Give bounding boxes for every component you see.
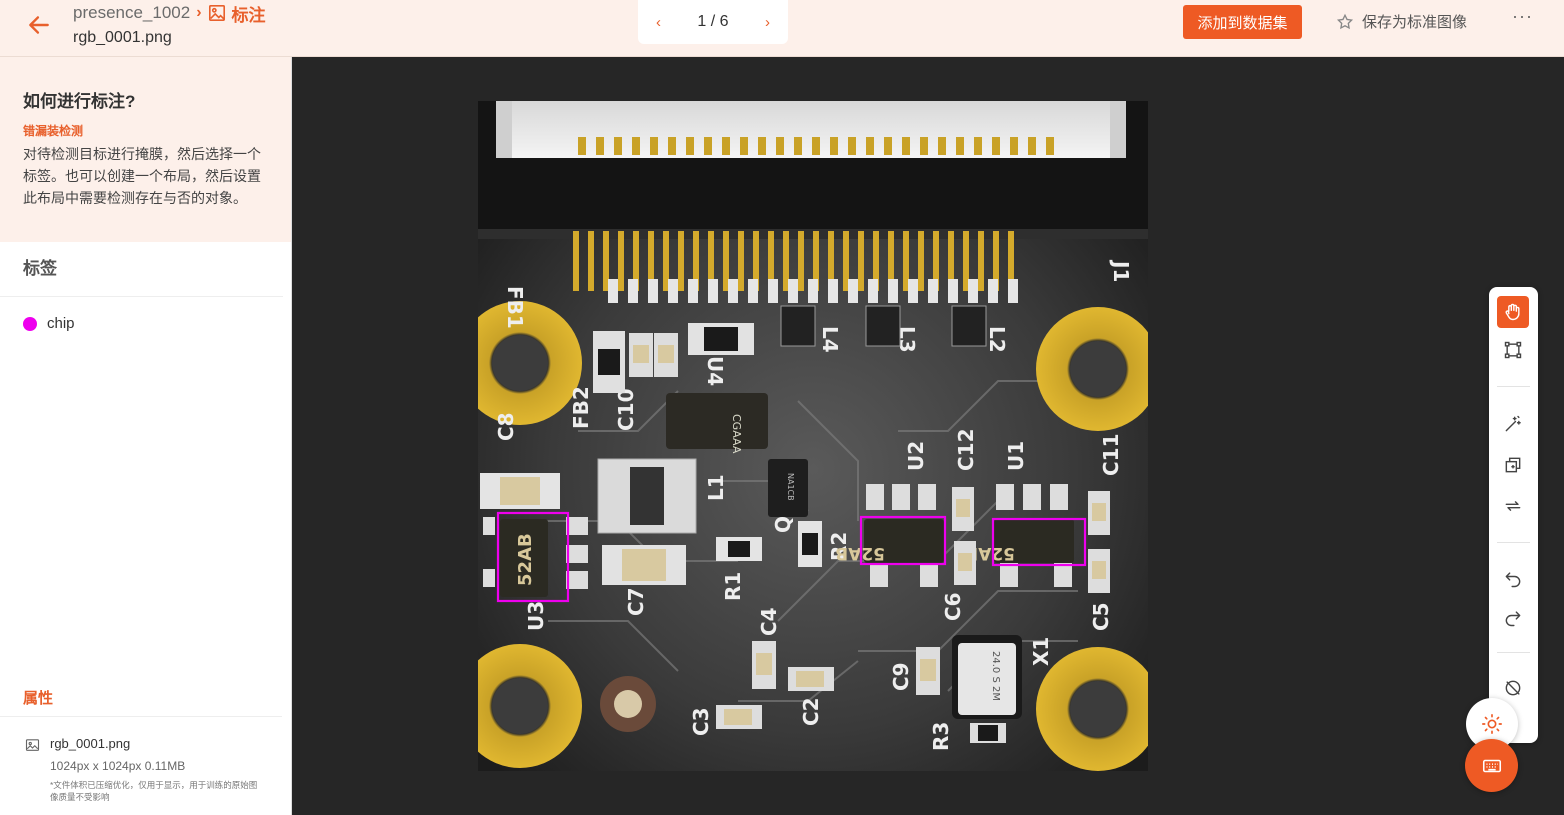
svg-text:C3: C3 [689, 707, 713, 736]
svg-text:L2: L2 [985, 326, 1009, 353]
annotate-icon [208, 4, 226, 22]
bounding-box-icon [1504, 341, 1522, 359]
star-icon [1336, 13, 1354, 29]
breadcrumb-current: 标注 [231, 5, 266, 25]
keyboard-shortcuts-button[interactable] [1465, 739, 1518, 792]
svg-text:C12: C12 [954, 428, 978, 471]
hand-icon [1505, 303, 1520, 321]
current-filename: rgb_0001.png [73, 29, 172, 46]
guide-subtitle: 错漏装检测 [23, 124, 84, 138]
magic-wand-icon [1505, 415, 1521, 432]
label-color-dot [23, 316, 37, 331]
svg-text:FB2: FB2 [569, 386, 593, 429]
save-standard-image-button[interactable]: 保存为标准图像 [1336, 11, 1467, 32]
svg-text:C9: C9 [889, 662, 913, 691]
add-region-icon [1505, 457, 1521, 473]
svg-text:U1: U1 [1004, 441, 1028, 471]
file-meta: 1024px x 1024px 0.11MB [50, 759, 186, 773]
annotation-canvas[interactable]: FB1 J1 L4 L3 L2 U4 C8 FB2 C10 C12 U2 U1 … [292, 57, 1564, 815]
redo-button[interactable] [1497, 602, 1529, 634]
label-name: chip [47, 315, 75, 332]
svg-text:C8: C8 [494, 412, 518, 441]
image-file-icon [25, 739, 40, 751]
svg-text:C6: C6 [941, 592, 965, 621]
undo-button[interactable] [1497, 563, 1529, 595]
top-bar: presence_1002 › 标注 rgb_0001.png ‹ 1 / 6 … [0, 0, 1564, 57]
annotation-guide: 如何进行标注? 错漏装检测 对待检测目标进行掩膜，然后选择一个标签。也可以创建一… [0, 57, 291, 242]
svg-text:X1: X1 [1029, 637, 1053, 666]
chip-marking-u3: 52AB [515, 533, 536, 586]
pcb-image[interactable]: FB1 J1 L4 L3 L2 U4 C8 FB2 C10 C12 U2 U1 … [458, 101, 1160, 771]
svg-text:L4: L4 [818, 326, 842, 353]
hide-icon [1505, 680, 1521, 696]
left-panel: 如何进行标注? 错漏装检测 对待检测目标进行掩膜，然后选择一个标签。也可以创建一… [0, 57, 292, 815]
guide-description: 对待检测目标进行掩膜，然后选择一个标签。也可以创建一个布局，然后设置此布局中需要… [23, 146, 261, 206]
svg-text:L1: L1 [704, 474, 728, 501]
svg-text:U3: U3 [524, 601, 548, 631]
save-standard-label: 保存为标准图像 [1362, 14, 1468, 31]
swap-icon [1505, 501, 1521, 511]
breadcrumb: presence_1002 › 标注 [73, 2, 266, 25]
svg-text:C4: C4 [757, 607, 781, 636]
svg-text:C10: C10 [614, 388, 638, 431]
image-pager: ‹ 1 / 6 › [638, 0, 788, 44]
svg-text:U4: U4 [703, 356, 727, 386]
svg-text:R1: R1 [721, 572, 745, 601]
swap-button[interactable] [1497, 490, 1529, 522]
toolbar-divider [1497, 652, 1530, 653]
rectangle-tool-button[interactable] [1497, 334, 1529, 366]
file-name: rgb_0001.png [50, 736, 131, 751]
guide-title: 如何进行标注? [23, 92, 136, 111]
annotation-toolbar [1489, 287, 1538, 743]
keyboard-icon [1482, 759, 1501, 772]
back-arrow-icon[interactable] [26, 12, 52, 38]
redo-icon [1505, 611, 1521, 627]
chevron-right-icon: › [196, 4, 202, 21]
page-indicator: 1 / 6 [697, 13, 729, 30]
toolbar-divider [1497, 542, 1530, 543]
svg-text:C5: C5 [1089, 602, 1113, 631]
breadcrumb-project[interactable]: presence_1002 [73, 3, 190, 23]
svg-text:FB1: FB1 [503, 286, 527, 329]
chip-marking-small: CGAAA [730, 414, 743, 454]
magic-wand-button[interactable] [1497, 408, 1529, 440]
file-note: *文件体积已压缩优化，仅用于显示，用于训练的原始图像质量不受影响 [50, 780, 258, 802]
hand-tool-button[interactable] [1497, 296, 1529, 328]
svg-text:NA1CB: NA1CB [786, 473, 795, 501]
svg-text:R3: R3 [929, 722, 953, 751]
properties-heading: 属性 [0, 687, 282, 717]
copy-region-button[interactable] [1497, 449, 1529, 481]
svg-text:C11: C11 [1099, 433, 1123, 476]
next-image-button[interactable]: › [765, 14, 770, 31]
add-to-dataset-button[interactable]: 添加到数据集 [1183, 5, 1302, 39]
labels-heading: 标签 [0, 242, 283, 297]
sun-icon [1482, 714, 1502, 734]
undo-icon [1505, 572, 1521, 588]
prev-image-button[interactable]: ‹ [656, 14, 661, 31]
svg-text:U2: U2 [904, 441, 928, 471]
file-info: rgb_0001.png 1024px x 1024px 0.11MB *文件体… [0, 717, 290, 803]
svg-text:24.0 S 2M: 24.0 S 2M [990, 651, 1001, 701]
toolbar-divider [1497, 386, 1530, 387]
svg-text:C2: C2 [799, 697, 823, 726]
more-menu-icon[interactable]: ··· [1512, 6, 1533, 27]
svg-text:J1: J1 [1109, 259, 1133, 282]
properties-section: 属性 rgb_0001.png 1024px x 1024px 0.11MB *… [0, 687, 290, 803]
svg-text:C7: C7 [624, 587, 648, 616]
label-item-chip[interactable]: chip [0, 297, 291, 332]
